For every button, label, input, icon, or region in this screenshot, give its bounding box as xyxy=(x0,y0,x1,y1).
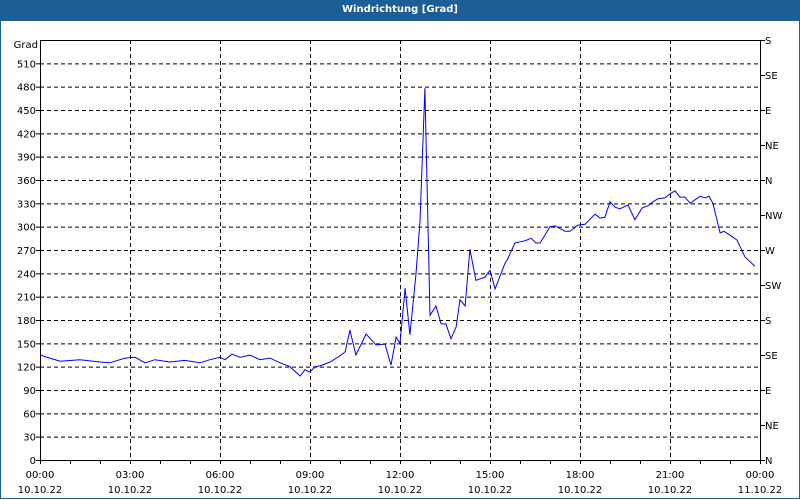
right-axis-label: NW xyxy=(765,211,782,222)
y-tick-label: 150 xyxy=(17,339,36,350)
right-axis-label: SE xyxy=(765,71,778,82)
x-tick-date: 10.10.22 xyxy=(558,485,603,496)
wind-direction-chart: 0 30 60 90 120 150 180 210 240 270 300 330 360 390 420… xyxy=(14,36,783,496)
right-axis-label: N xyxy=(765,176,772,187)
y-tick-label: 0 xyxy=(30,456,36,467)
right-axis-label: N xyxy=(765,456,772,467)
right-axis-label: S xyxy=(765,316,771,327)
x-tick-date: 10.10.22 xyxy=(378,485,423,496)
x-tick-date: 10.10.22 xyxy=(468,485,513,496)
y-tick-label: 480 xyxy=(17,83,36,94)
y-tick-label: 360 xyxy=(17,176,36,187)
y-tick-label: 420 xyxy=(17,129,36,140)
y-tick-label: 120 xyxy=(17,363,36,374)
y-tick-label: 180 xyxy=(17,316,36,327)
right-axis-label: NE xyxy=(765,421,779,432)
y-tick-label: 510 xyxy=(17,59,36,70)
x-tick-date: 10.10.22 xyxy=(108,485,153,496)
right-axis-label: E xyxy=(765,106,771,117)
y-tick-label: 30 xyxy=(23,433,36,444)
right-axis-label: SW xyxy=(765,281,781,292)
x-tick-time: 12:00 xyxy=(386,470,415,481)
x-tick-date: 10.10.22 xyxy=(648,485,693,496)
x-tick-date: 10.10.22 xyxy=(18,485,63,496)
right-axis-label: W xyxy=(765,246,775,257)
y-tick-label: 60 xyxy=(23,409,36,420)
y-axis-label: Grad xyxy=(14,40,38,51)
right-axis-label: NE xyxy=(765,141,779,152)
y-tick-label: 300 xyxy=(17,223,36,234)
right-axis-label: E xyxy=(765,386,771,397)
series-line-windrichtung xyxy=(39,88,756,377)
x-tick-date: 11.10.22 xyxy=(738,485,783,496)
x-tick-time: 00:00 xyxy=(26,470,55,481)
x-tick-date: 10.10.22 xyxy=(288,485,333,496)
y-tick-label: 270 xyxy=(17,246,36,257)
x-tick-time: 15:00 xyxy=(476,470,505,481)
x-tick-time: 06:00 xyxy=(206,470,235,481)
x-tick-time: 18:00 xyxy=(566,470,595,481)
x-tick-time: 21:00 xyxy=(656,470,685,481)
y-tick-label: 240 xyxy=(17,269,36,280)
right-axis-label: S xyxy=(765,36,771,47)
x-tick-time: 03:00 xyxy=(116,470,145,481)
y-tick-label: 210 xyxy=(17,293,36,304)
x-tick-date: 10.10.22 xyxy=(198,485,243,496)
right-axis-label: SE xyxy=(765,351,778,362)
y-tick-label: 330 xyxy=(17,199,36,210)
y-tick-label: 90 xyxy=(23,386,36,397)
y-tick-label: 450 xyxy=(17,106,36,117)
y-tick-label: 390 xyxy=(17,153,36,164)
x-tick-time: 09:00 xyxy=(296,470,325,481)
x-tick-time: 00:00 xyxy=(746,470,775,481)
